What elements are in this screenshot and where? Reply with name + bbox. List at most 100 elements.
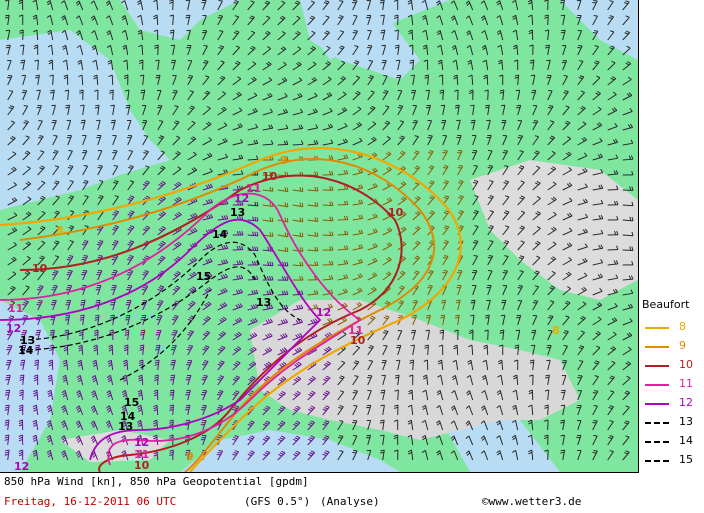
wind-barb-feather xyxy=(443,150,448,152)
wind-barb-feather xyxy=(413,120,418,122)
legend-swatch xyxy=(645,403,669,405)
footer-mode: (Analyse) xyxy=(320,495,380,508)
wind-barb-feather xyxy=(65,104,70,107)
wind-barb-feather xyxy=(202,376,207,379)
contour-label: 8 xyxy=(552,324,560,337)
wind-barb-feather xyxy=(185,409,190,411)
legend-swatch xyxy=(645,460,669,462)
wind-barb-feather xyxy=(353,30,358,32)
contour-label: 12 xyxy=(14,460,29,472)
footer-description: 850 hPa Wind [kn], 850 hPa Geopotential … xyxy=(4,475,309,488)
wind-barb-feather xyxy=(532,301,537,304)
contour-label: 14 xyxy=(18,344,34,357)
wind-barb-feather xyxy=(217,451,222,454)
map-footer: 850 hPa Wind [kn], 850 hPa Geopotential … xyxy=(0,473,638,513)
wind-barb-feather xyxy=(301,202,304,207)
wind-barb-feather xyxy=(65,314,70,317)
wind-barb xyxy=(411,30,414,41)
wind-barb-feather xyxy=(284,187,287,192)
wind-barb-feather xyxy=(64,318,69,321)
wind-barb xyxy=(292,293,304,296)
wind-barb-feather xyxy=(82,256,87,259)
contour-label: 14 xyxy=(212,228,228,241)
legend-row: 15 xyxy=(645,452,703,468)
wind-barb xyxy=(277,143,289,146)
wind-barb-feather xyxy=(218,0,223,2)
contour-label: 13 xyxy=(118,420,133,433)
wind-barb-feather xyxy=(185,16,190,19)
wind-barb-feather xyxy=(113,165,118,167)
contour-label: 12 xyxy=(316,306,331,319)
wind-barb xyxy=(247,158,259,161)
wind-barb xyxy=(322,204,334,207)
legend-value: 8 xyxy=(679,320,686,333)
wind-barb xyxy=(487,89,489,101)
wind-barb-feather xyxy=(560,419,565,422)
wind-barb-feather xyxy=(217,16,222,19)
wind-barb-feather xyxy=(125,104,131,107)
wind-barb-feather xyxy=(125,319,130,321)
wind-barb-feather xyxy=(473,255,478,257)
wind-barb xyxy=(547,404,549,416)
wind-barb-feather xyxy=(458,165,463,167)
wind-barb-feather xyxy=(68,150,73,152)
wind-barb-feather xyxy=(20,59,25,62)
wind-barb-feather xyxy=(533,300,538,302)
wind-barb-feather xyxy=(125,314,131,317)
wind-barb-feather xyxy=(440,104,445,107)
wind-barb-feather xyxy=(286,247,289,252)
legend-swatch xyxy=(645,422,669,424)
wind-barb-feather xyxy=(216,408,221,411)
wind-barb-feather xyxy=(440,314,445,317)
wind-barb-feather xyxy=(560,1,565,4)
wind-barb-feather xyxy=(488,255,493,257)
wind-barb-feather xyxy=(186,348,191,351)
wind-barb-feather xyxy=(155,346,160,349)
map-canvas: 9 10 11 12 13 14 15 13 10 8 12 11 10 8 1… xyxy=(0,0,638,472)
wind-barb-feather xyxy=(97,256,102,259)
contour-label: 15 xyxy=(196,270,211,283)
wind-barb-feather xyxy=(398,315,403,317)
wind-barb-feather xyxy=(518,285,523,287)
contour-label: 15 xyxy=(124,396,139,409)
wind-barb-feather xyxy=(412,301,417,304)
wind-barb-feather xyxy=(83,255,88,257)
wind-barb-feather xyxy=(380,391,385,394)
wind-barb-feather xyxy=(284,202,287,207)
wind-barb-feather xyxy=(218,435,223,437)
wind-barb-feather xyxy=(185,0,190,2)
wind-barb-feather xyxy=(286,217,289,223)
wind-barb xyxy=(322,234,334,237)
wind-barb-feather xyxy=(457,166,462,169)
wind-barb-feather xyxy=(517,136,522,139)
wind-barb xyxy=(322,219,334,222)
legend-value: 12 xyxy=(679,396,693,409)
wind-barb-feather xyxy=(81,258,86,261)
wind-barb xyxy=(247,249,259,252)
contour-label: 13 xyxy=(230,206,245,219)
wind-barb-feather xyxy=(112,256,117,259)
wind-barb-feather xyxy=(410,74,415,77)
wind-barb-feather xyxy=(188,345,193,347)
wind-barb-feather xyxy=(398,105,403,107)
wind-barb xyxy=(141,45,144,56)
wind-barb-feather xyxy=(487,166,492,169)
wind-barb-feather xyxy=(141,288,146,291)
footer-credit: ©www.wetter3.de xyxy=(482,495,582,508)
wind-barb-feather xyxy=(185,14,191,17)
wind-barb-feather xyxy=(140,91,145,94)
wind-barb-feather xyxy=(473,165,478,167)
wind-barb-feather xyxy=(442,151,447,154)
wind-barb-feather xyxy=(500,104,505,107)
wind-barb-feather xyxy=(218,450,223,452)
wind-barb xyxy=(112,89,114,101)
wind-barb-feather xyxy=(395,359,400,362)
wind-barb-feather xyxy=(269,202,272,207)
wind-barb-feather xyxy=(185,406,190,409)
wind-barb-feather xyxy=(143,135,148,137)
wind-barb-feather xyxy=(500,314,505,317)
wind-barb-feather xyxy=(185,419,190,422)
wind-barb-feather xyxy=(560,0,565,2)
legend-swatch xyxy=(645,327,669,329)
wind-barb-feather xyxy=(97,166,102,169)
